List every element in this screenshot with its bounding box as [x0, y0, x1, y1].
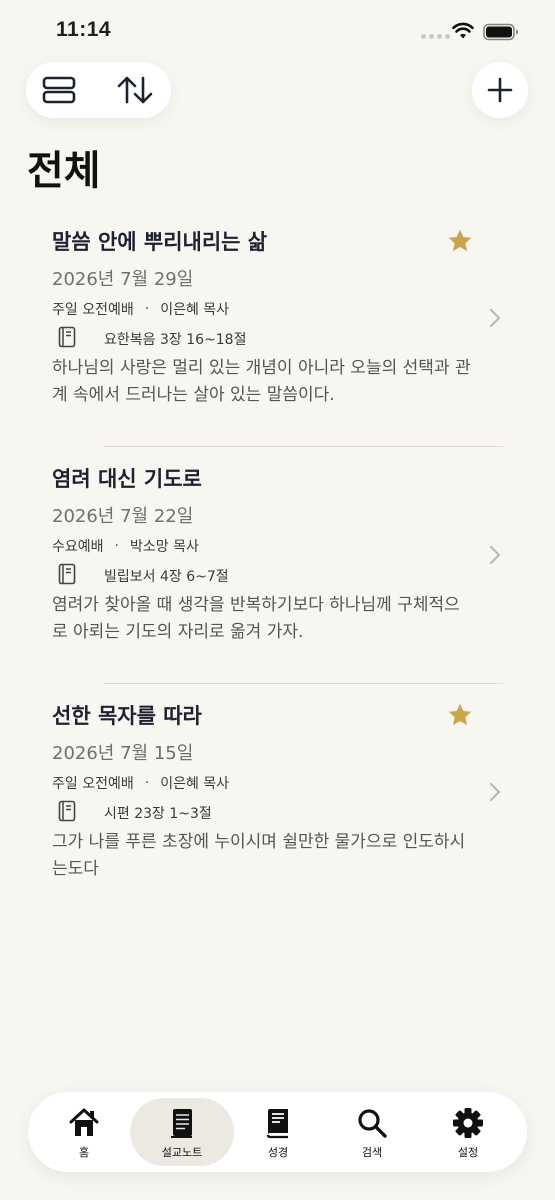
- tab-label: 검색: [361, 1146, 383, 1159]
- layout-toggle-button[interactable]: [40, 74, 78, 106]
- service-name: 주일 오전예배: [52, 302, 134, 318]
- tab-home[interactable]: 홈: [32, 1098, 136, 1166]
- tab-bible[interactable]: 성경: [226, 1098, 330, 1166]
- chevron-right-icon: [489, 782, 501, 802]
- bible-icon: [266, 1109, 288, 1139]
- service-name: 주일 오전예배: [52, 776, 134, 792]
- tab-settings[interactable]: 설정: [416, 1098, 520, 1166]
- note-meta: 수요예배 · 박소망 목사: [52, 536, 199, 556]
- tab-bar: 홈 설교노트 성경 검색 설정: [28, 1092, 527, 1172]
- sort-button[interactable]: [116, 74, 154, 106]
- chevron-right-icon: [489, 545, 501, 565]
- home-icon: [69, 1108, 99, 1136]
- sermon-notes-screen: 11:14 전체 말씀 안에 뿌리내리는 삶 2026년 7월 29일 주일 오…: [0, 0, 555, 1200]
- add-note-button[interactable]: [472, 62, 528, 118]
- toolbar-pill: [26, 62, 171, 118]
- note-item[interactable]: 선한 목자를 따라 2026년 7월 15일 주일 오전예배 · 이은혜 목사 …: [0, 684, 555, 921]
- note-date: 2026년 7월 22일: [52, 506, 194, 527]
- star-icon[interactable]: [447, 228, 473, 254]
- tab-label: 설정: [457, 1146, 479, 1159]
- tab-sermon-notes[interactable]: 설교노트: [130, 1098, 234, 1166]
- scripture-reference: 요한복음 3장 16~18절: [104, 332, 247, 348]
- meta-separator: ·: [144, 775, 150, 791]
- plus-icon: [487, 77, 513, 103]
- note-date: 2026년 7월 15일: [52, 743, 194, 764]
- signal-dots-icon: [421, 34, 450, 39]
- note-title: 말씀 안에 뿌리내리는 삶: [52, 230, 268, 254]
- tab-label: 성경: [267, 1146, 289, 1159]
- meta-separator: ·: [144, 301, 150, 317]
- battery-icon: [483, 23, 518, 41]
- scripture-reference: 시편 23장 1~3절: [104, 806, 212, 822]
- note-meta: 주일 오전예배 · 이은혜 목사: [52, 773, 229, 793]
- book-icon: [58, 800, 76, 822]
- preacher-name: 이은혜 목사: [160, 302, 230, 318]
- tab-search[interactable]: 검색: [320, 1098, 424, 1166]
- chevron-right-icon: [489, 308, 501, 328]
- tab-label: 홈: [78, 1146, 90, 1159]
- meta-separator: ·: [114, 538, 119, 554]
- preacher-name: 이은혜 목사: [160, 776, 230, 792]
- note-summary: 하나님의 사랑은 멀리 있는 개념이 아니라 오늘의 선택과 관계 속에서 드러…: [52, 358, 471, 405]
- tab-label: 설교노트: [161, 1146, 203, 1159]
- rows-layout-icon: [42, 76, 76, 104]
- notebook-icon: [171, 1109, 192, 1138]
- star-icon[interactable]: [447, 702, 473, 728]
- note-title: 선한 목자를 따라: [52, 704, 202, 728]
- search-icon: [358, 1109, 387, 1138]
- status-bar: 11:14: [0, 0, 555, 62]
- note-meta: 주일 오전예배 · 이은혜 목사: [52, 299, 229, 319]
- service-name: 수요예배: [52, 539, 104, 555]
- scripture-reference: 빌립보서 4장 6~7절: [104, 569, 229, 585]
- book-icon: [58, 326, 76, 348]
- status-time: 11:14: [56, 18, 112, 41]
- note-item[interactable]: 말씀 안에 뿌리내리는 삶 2026년 7월 29일 주일 오전예배 · 이은혜…: [0, 210, 555, 447]
- note-item[interactable]: 염려 대신 기도로 2026년 7월 22일 수요예배 · 박소망 목사 빌립보…: [0, 447, 555, 684]
- note-date: 2026년 7월 29일: [52, 269, 194, 290]
- note-list: 말씀 안에 뿌리내리는 삶 2026년 7월 29일 주일 오전예배 · 이은혜…: [0, 210, 555, 921]
- sort-arrows-icon: [117, 76, 153, 104]
- preacher-name: 박소망 목사: [129, 539, 199, 555]
- page-title: 전체: [27, 148, 101, 194]
- note-summary: 그가 나를 푸른 초장에 누이시며 쉴만한 물가으로 인도하시는도다: [52, 832, 466, 879]
- book-icon: [58, 563, 76, 585]
- note-summary: 염려가 찾아올 때 생각을 반복하기보다 하나님께 구체적으로 아뢰는 기도의 …: [52, 595, 460, 642]
- wifi-icon: [452, 22, 474, 39]
- note-title: 염려 대신 기도로: [52, 467, 202, 491]
- gear-icon: [453, 1108, 483, 1138]
